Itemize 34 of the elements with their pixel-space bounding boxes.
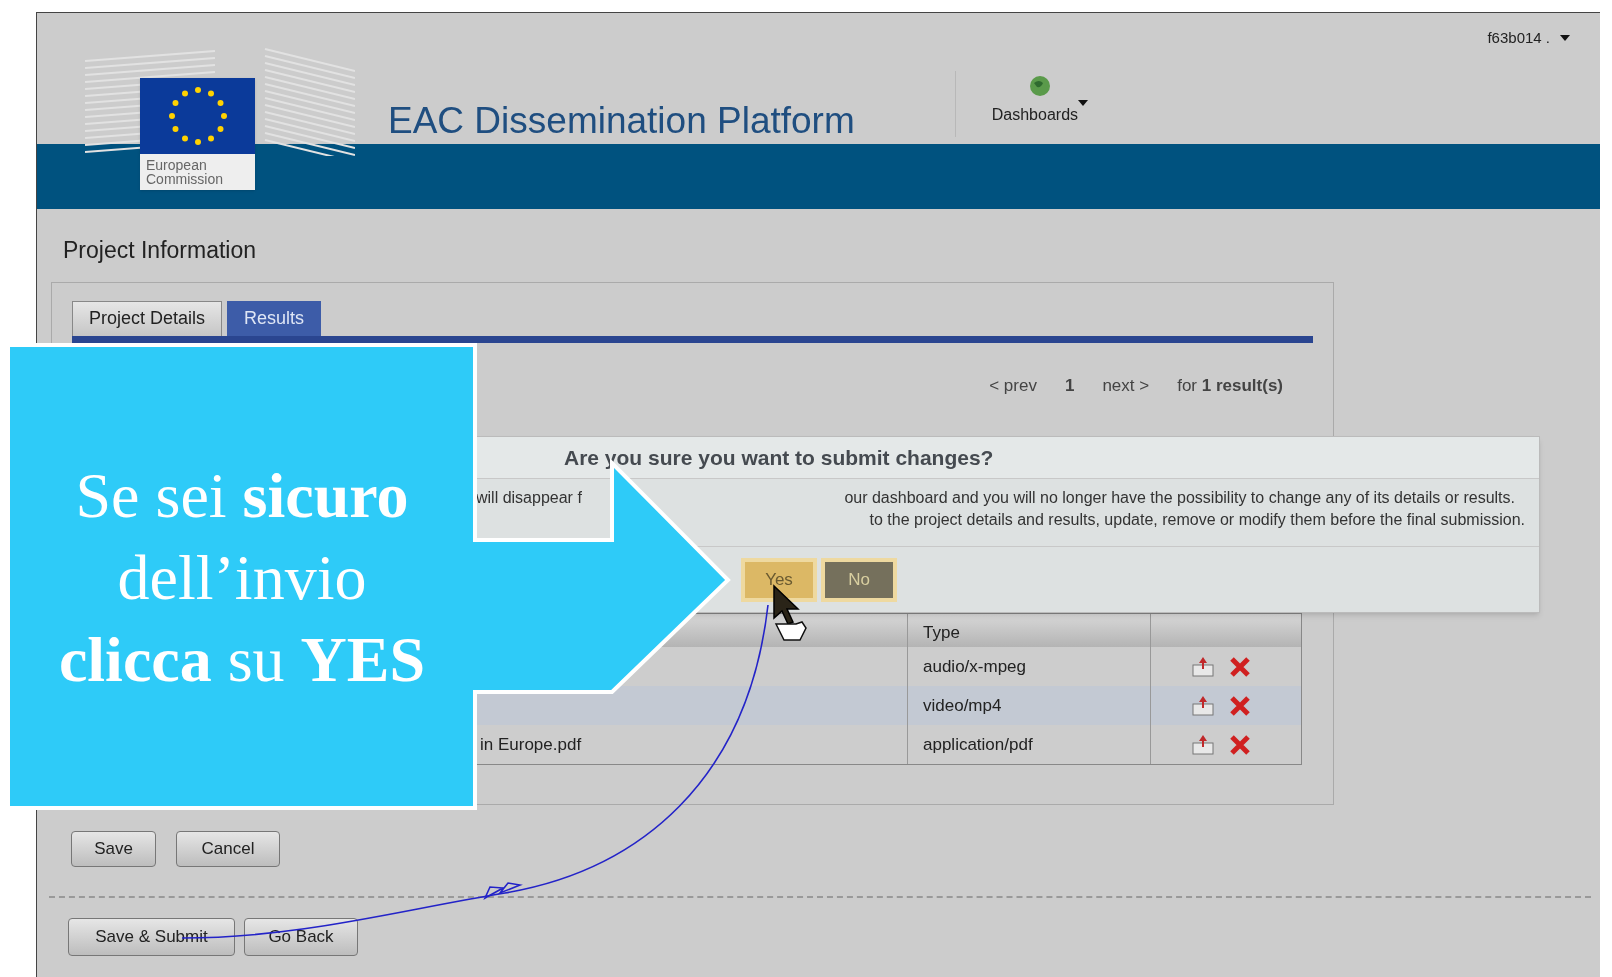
callout-text: Se sei sicuro dell’invio clicca su YES — [57, 459, 427, 697]
logo-caption: European Commission — [140, 154, 255, 190]
eu-flag-icon — [140, 78, 255, 154]
dialog-message: will disappear f — [476, 488, 582, 508]
table-cell-text: video/mp4 — [923, 694, 1002, 717]
tab[interactable]: Project Details — [72, 300, 223, 336]
table-cell-text: audio/x-mpeg — [923, 655, 1026, 678]
dashboards-menu[interactable]: Dashboards — [991, 103, 1079, 127]
dialog-message: our dashboard and you will no longer have the possibility to change any of its details or results. — [844, 488, 1515, 508]
upload-icon[interactable] — [1191, 733, 1215, 756]
site-title: EAC Dissemination Platform — [388, 99, 855, 143]
caret-icon — [1560, 35, 1570, 42]
page-number: 1 — [1064, 374, 1075, 397]
delete-icon[interactable] — [1229, 733, 1251, 756]
caret-icon — [1078, 100, 1089, 106]
page-title: Project Information — [63, 236, 258, 265]
dialog-button[interactable]: Yes — [741, 557, 817, 602]
cancel-button[interactable]: Cancel — [176, 830, 280, 867]
table-cell-text: in Europe.pdf — [480, 733, 582, 756]
save-button[interactable]: Save — [71, 830, 156, 867]
prev-link[interactable]: < prev — [989, 372, 1037, 398]
delete-icon[interactable] — [1229, 694, 1251, 717]
table-cell-text: application/pdf — [923, 733, 1033, 756]
save-and-submit-button[interactable]: Save & Submit — [68, 917, 235, 956]
user-menu[interactable]: f63b014 . — [1487, 27, 1550, 50]
dialog-message: to the project details and results, update, remove or modify them before the final submission. — [869, 510, 1525, 530]
next-link[interactable]: next > — [1102, 372, 1150, 398]
tab[interactable]: Results — [227, 300, 322, 336]
go-back-button[interactable]: Go Back — [244, 917, 358, 956]
delete-icon[interactable] — [1229, 655, 1251, 678]
upload-icon[interactable] — [1191, 655, 1215, 678]
result-count: for 1 result(s) — [1177, 374, 1283, 397]
globe-icon — [1028, 75, 1051, 97]
upload-icon[interactable] — [1191, 694, 1215, 717]
